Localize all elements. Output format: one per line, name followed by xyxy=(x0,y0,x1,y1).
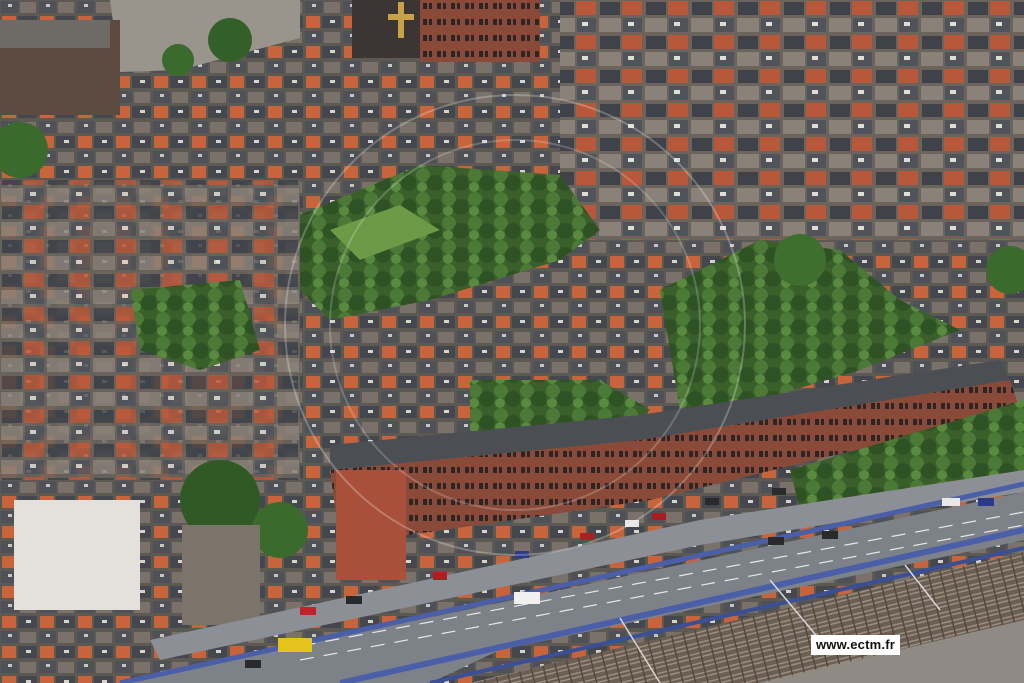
grey-tower xyxy=(182,525,260,625)
church-tower-base xyxy=(420,0,540,62)
tree-cluster xyxy=(774,234,826,286)
aerial-city-photo xyxy=(0,0,1024,683)
yellow-bus xyxy=(278,638,312,652)
school-roof xyxy=(0,20,110,48)
tree-cluster xyxy=(252,502,308,558)
tree-cluster xyxy=(208,18,252,62)
watermark-credit: www.ectm.fr xyxy=(810,635,900,655)
white-apartment xyxy=(14,500,140,610)
urban-block-northeast xyxy=(560,0,1024,240)
white-van xyxy=(514,592,540,604)
church-building xyxy=(352,0,422,58)
brick-apartment xyxy=(336,470,406,580)
tree-cluster xyxy=(162,44,194,76)
